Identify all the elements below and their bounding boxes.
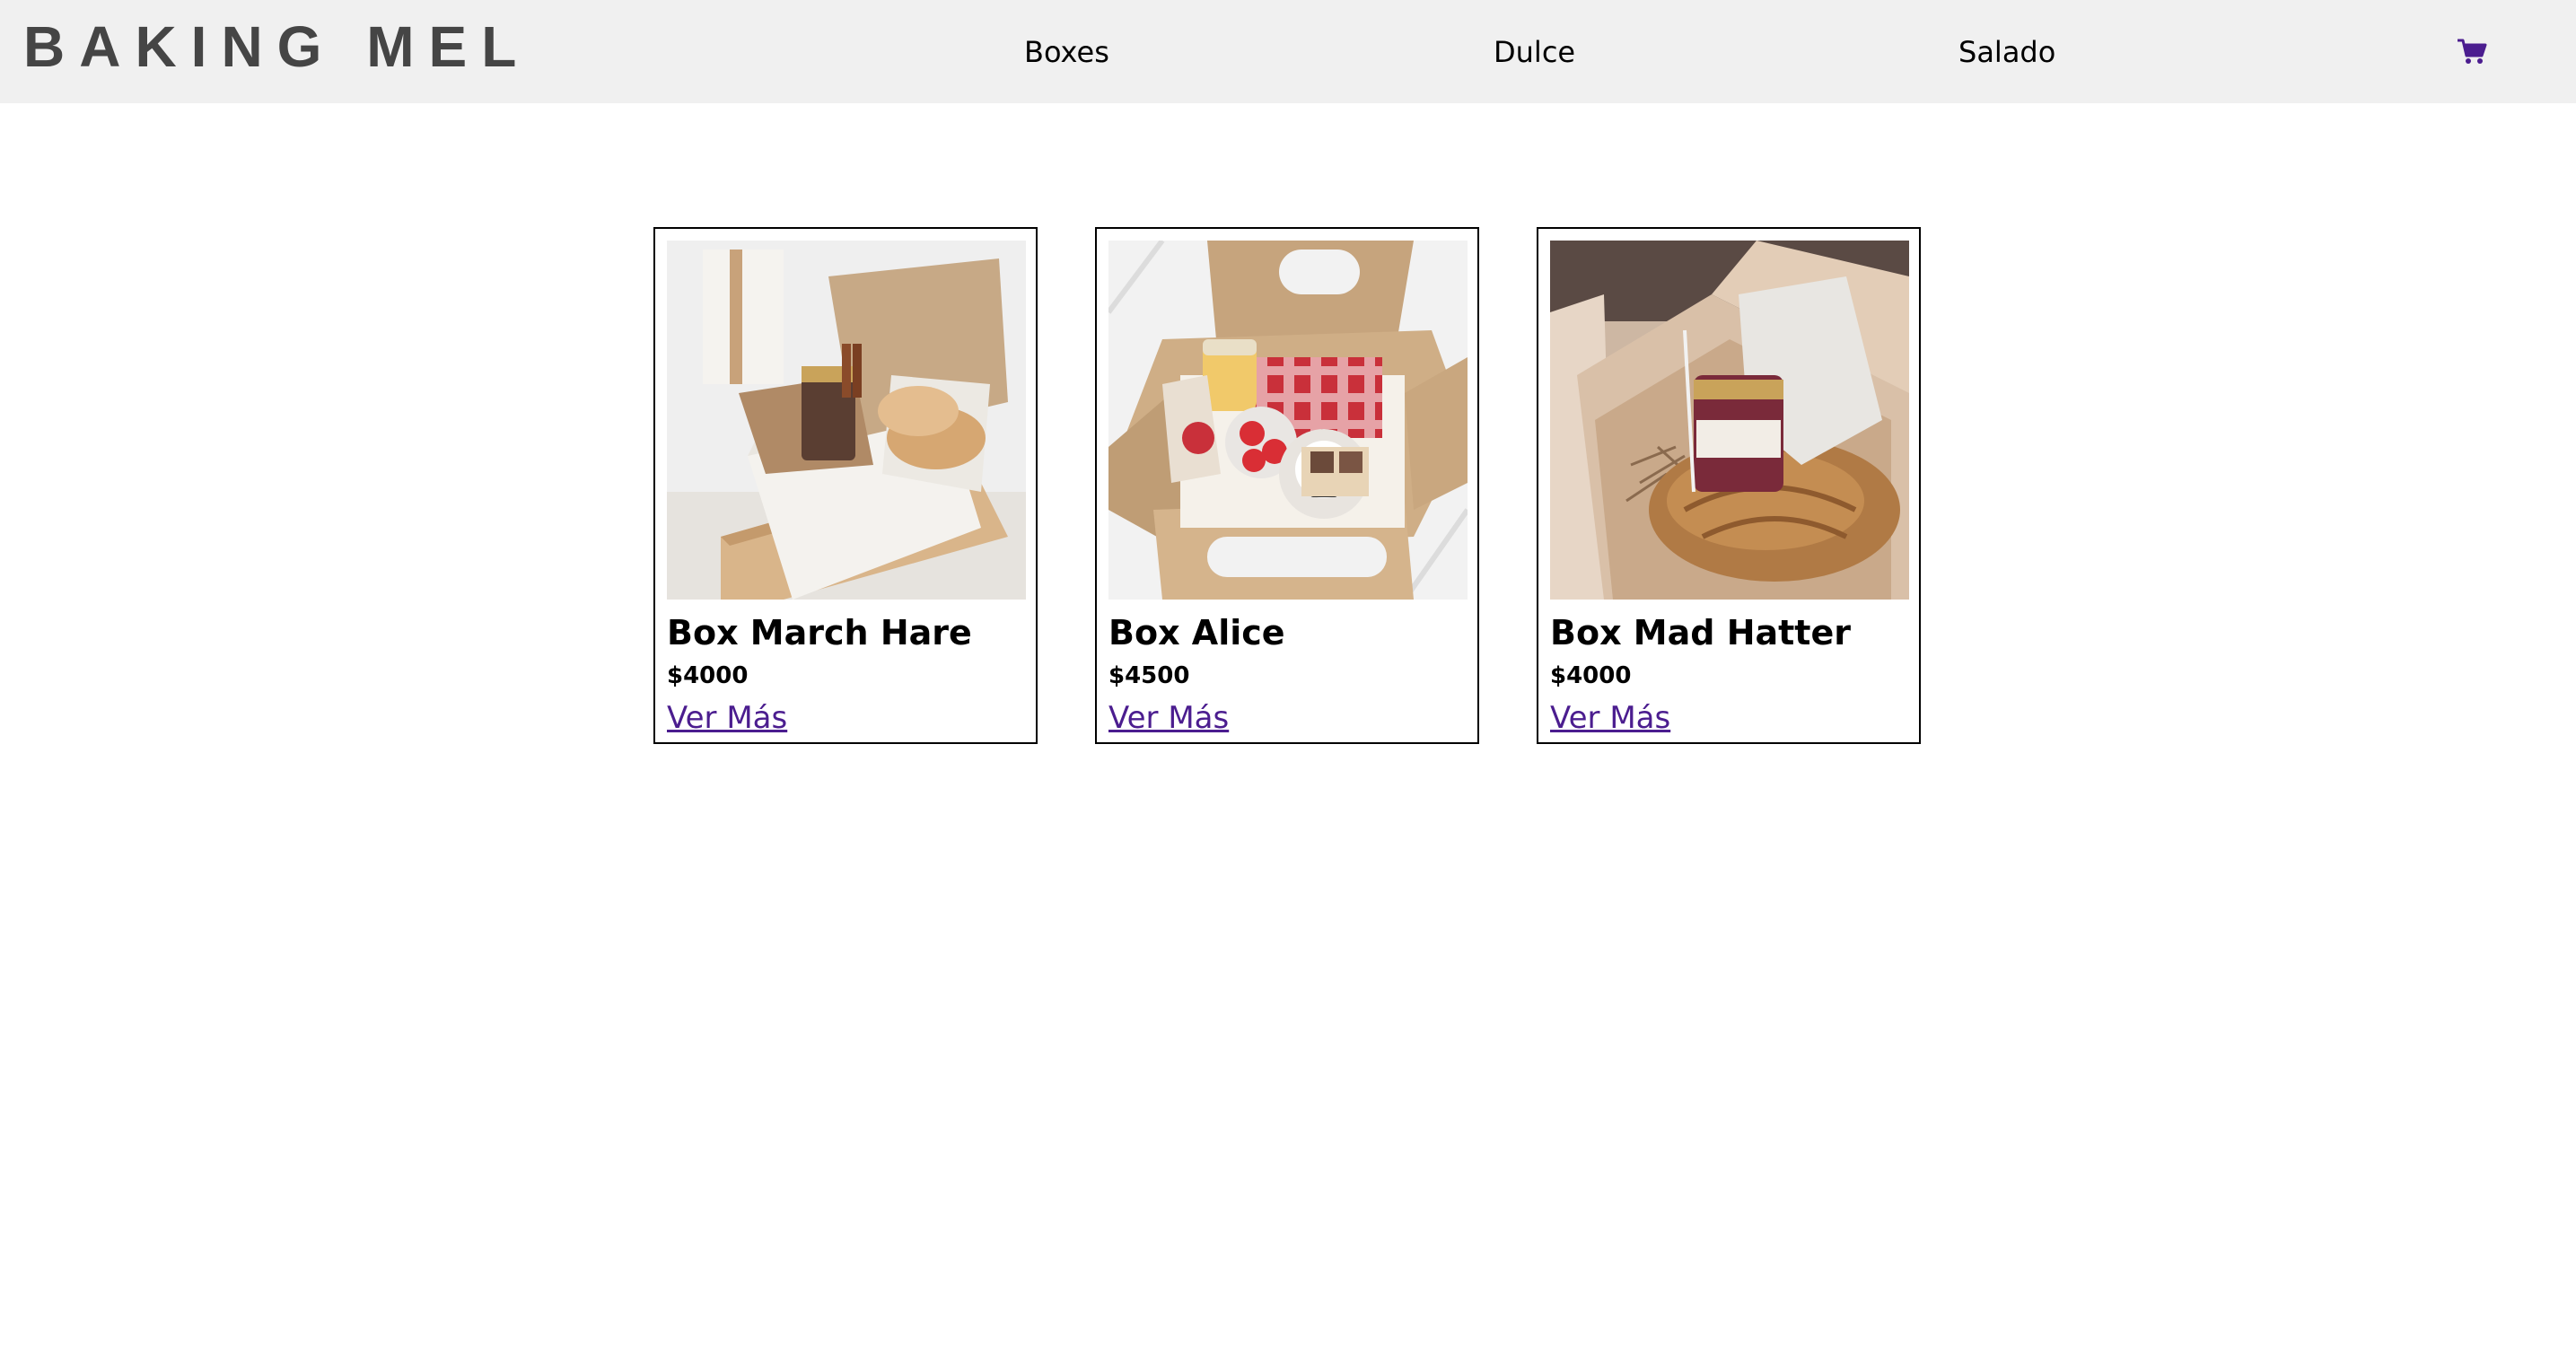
- brand-logo[interactable]: BAKING MEL: [23, 13, 530, 93]
- product-image[interactable]: [667, 241, 1026, 600]
- product-image[interactable]: [1108, 241, 1468, 600]
- cart-button[interactable]: [2453, 33, 2491, 69]
- product-card: Box Alice $4500 Ver Más: [1095, 227, 1479, 744]
- shopping-cart-icon: [2458, 39, 2487, 64]
- product-card: Box March Hare $4000 Ver Más: [653, 227, 1038, 744]
- product-price: $4500: [1108, 662, 1190, 689]
- product-card: Box Mad Hatter $4000 Ver Más: [1537, 227, 1921, 744]
- navbar: BAKING MEL Boxes Dulce Salado: [0, 0, 2576, 103]
- ver-mas-link[interactable]: Ver Más: [667, 696, 787, 740]
- ver-mas-link[interactable]: Ver Más: [1550, 696, 1670, 740]
- product-price: $4000: [667, 662, 749, 689]
- product-name: Box March Hare: [667, 613, 972, 652]
- nav-link-dulce[interactable]: Dulce: [1494, 25, 1575, 79]
- nav-link-salado[interactable]: Salado: [1958, 25, 2055, 79]
- product-price: $4000: [1550, 662, 1632, 689]
- product-name: Box Mad Hatter: [1550, 613, 1851, 652]
- product-image[interactable]: [1550, 241, 1909, 600]
- nav-link-boxes[interactable]: Boxes: [1024, 25, 1109, 79]
- product-name: Box Alice: [1108, 613, 1285, 652]
- ver-mas-link[interactable]: Ver Más: [1108, 696, 1229, 740]
